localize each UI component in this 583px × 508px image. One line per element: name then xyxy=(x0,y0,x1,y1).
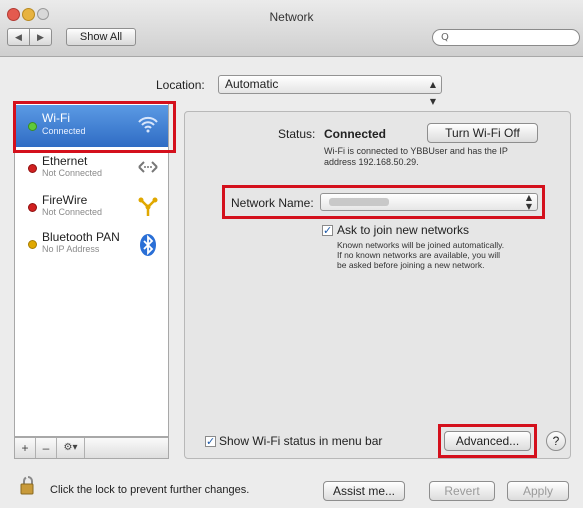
ask-to-join-description-line: If no known networks are available, you … xyxy=(337,250,500,260)
status-description-line: address 192.168.50.29. xyxy=(324,157,419,167)
lock-message: Click the lock to prevent further change… xyxy=(50,484,250,496)
ethernet-icon xyxy=(137,157,159,179)
search-field[interactable]: Q xyxy=(432,29,580,46)
service-name: Bluetooth PAN xyxy=(42,230,120,244)
service-list-toolbar: + – ⚙▾ xyxy=(14,437,169,459)
service-status: Not Connected xyxy=(42,168,103,178)
show-wifi-status-checkbox[interactable]: ✓ xyxy=(205,436,216,447)
ask-to-join-description-line: Known networks will be joined automatica… xyxy=(337,240,505,250)
service-status: Not Connected xyxy=(42,207,103,217)
location-select[interactable]: Automatic ▲ ▼ xyxy=(218,75,442,106)
status-description: Wi-Fi is connected to YBBUser and has th… xyxy=(324,146,508,168)
title-bar: Network ◀ ▶ Show All Q xyxy=(0,0,583,57)
show-all-button[interactable]: Show All xyxy=(66,28,136,46)
gear-menu-button[interactable]: ⚙▾ xyxy=(57,438,85,458)
back-arrow-icon: ◀ xyxy=(15,31,22,42)
detail-pane: Status: Connected Turn Wi-Fi Off Wi-Fi i… xyxy=(184,111,571,459)
forward-arrow-icon: ▶ xyxy=(37,31,44,42)
search-icon: Q xyxy=(441,32,449,43)
window-title: Network xyxy=(269,10,314,24)
updown-arrows-icon: ▲ ▼ xyxy=(429,80,436,106)
apply-button[interactable]: Apply xyxy=(507,481,569,501)
assist-me-button[interactable]: Assist me... xyxy=(323,481,405,501)
ask-to-join-label: Ask to join new networks xyxy=(337,223,470,237)
service-item-ethernet[interactable]: Ethernet Not Connected xyxy=(15,149,168,187)
ask-to-join-description-line: be asked before joining a new network. xyxy=(337,260,485,270)
ask-to-join-checkbox[interactable]: ✓ xyxy=(322,225,333,236)
bluetooth-icon xyxy=(137,233,159,256)
status-dot-red xyxy=(28,203,37,212)
service-name: FireWire xyxy=(42,193,88,207)
remove-service-button[interactable]: – xyxy=(36,438,57,458)
turn-wifi-off-button[interactable]: Turn Wi-Fi Off xyxy=(427,123,538,143)
service-item-firewire[interactable]: FireWire Not Connected xyxy=(15,188,168,226)
show-wifi-status-label: Show Wi-Fi status in menu bar xyxy=(219,434,383,448)
status-description-line: Wi-Fi is connected to YBBUser and has th… xyxy=(324,146,508,156)
highlight-box-wifi xyxy=(13,101,176,153)
ask-to-join-description: Known networks will be joined automatica… xyxy=(337,240,504,270)
service-item-bluetooth-pan[interactable]: Bluetooth PAN No IP Address xyxy=(15,225,168,263)
status-label: Status: xyxy=(278,127,316,141)
location-value: Automatic xyxy=(225,77,279,91)
highlight-box-advanced xyxy=(438,424,537,458)
service-status: No IP Address xyxy=(42,244,100,254)
revert-button[interactable]: Revert xyxy=(429,481,495,501)
firewire-icon xyxy=(137,196,159,218)
add-service-button[interactable]: + xyxy=(15,438,36,458)
service-name: Ethernet xyxy=(42,154,88,168)
status-dot-red xyxy=(28,164,37,173)
forward-button[interactable]: ▶ xyxy=(29,28,52,46)
lock-icon[interactable] xyxy=(20,475,36,495)
highlight-box-network-name xyxy=(222,185,545,219)
back-button[interactable]: ◀ xyxy=(7,28,30,46)
status-value: Connected xyxy=(324,127,387,141)
status-dot-yellow xyxy=(28,240,37,249)
network-preferences-window: Network ◀ ▶ Show All Q Location: Automat… xyxy=(0,0,583,508)
help-button[interactable]: ? xyxy=(546,431,566,451)
location-label: Location: xyxy=(156,78,205,92)
